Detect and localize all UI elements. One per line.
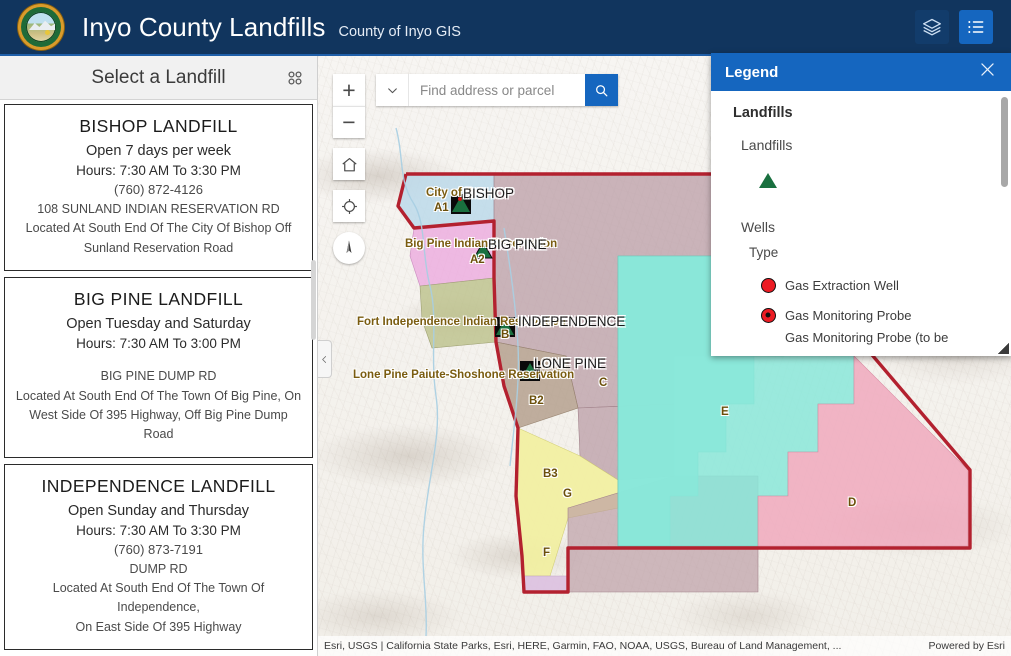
sidebar-title: Select a Landfill bbox=[91, 66, 226, 88]
map-label-zone: D bbox=[848, 497, 857, 509]
legend-body[interactable]: Landfills Landfills Wells Type Gas Extra… bbox=[711, 91, 1011, 356]
legend-item-clipped: Gas Monitoring Probe (to be bbox=[711, 326, 1011, 348]
inyo-county-seal bbox=[12, 4, 70, 50]
sidebar-collapse-button[interactable] bbox=[318, 340, 332, 378]
list-item[interactable]: BIG PINE LANDFILL Open Tuesday and Satur… bbox=[4, 277, 313, 458]
legend-field-type: Type bbox=[749, 245, 779, 260]
map-label-zone: E bbox=[721, 406, 729, 418]
map-label-zone: C bbox=[599, 377, 608, 389]
landfill-card-list[interactable]: BISHOP LANDFILL Open 7 days per week Hou… bbox=[0, 100, 317, 656]
app-header: Inyo County Landfills County of Inyo GIS bbox=[0, 0, 1011, 56]
map-label-zone: B3 bbox=[543, 468, 558, 480]
map-label-town: BIG PINE bbox=[488, 237, 547, 252]
legend-header: Legend bbox=[711, 53, 1011, 91]
landfill-sidebar: Select a Landfill BISHOP LANDFILL Open 7… bbox=[0, 56, 318, 656]
landfill-address: 108 SUNLAND INDIAN RESERVATION RD bbox=[37, 202, 280, 216]
green-triangle-symbol bbox=[751, 172, 785, 188]
chevron-down-icon[interactable] bbox=[376, 74, 409, 106]
page-title: Inyo County Landfills bbox=[82, 11, 326, 42]
landfill-days: Open Tuesday and Saturday bbox=[66, 316, 251, 333]
map-attribution: Esri, USGS | California State Parks, Esr… bbox=[318, 636, 1011, 656]
landfill-address: BIG PINE DUMP RD bbox=[100, 369, 217, 384]
layers-icon[interactable] bbox=[915, 10, 949, 44]
landfill-directions-1: Located At South End Of The Town Of Inde… bbox=[52, 581, 265, 615]
landfill-hours: Hours: 7:30 AM To 3:00 PM bbox=[76, 336, 241, 352]
search-icon[interactable] bbox=[585, 74, 618, 106]
landfill-days: Open Sunday and Thursday bbox=[67, 502, 250, 519]
legend-scrollbar[interactable] bbox=[1001, 97, 1008, 187]
landfill-name: BIG PINE LANDFILL bbox=[73, 289, 244, 310]
sidebar-header: Select a Landfill bbox=[0, 56, 317, 100]
map-label-zone: A1 bbox=[434, 202, 449, 214]
landfill-phone: (760) 873-7191 bbox=[114, 541, 203, 557]
map-label-zone: B bbox=[501, 329, 510, 341]
legend-item: Gas Extraction Well bbox=[711, 270, 1011, 300]
map-label-zone: F bbox=[543, 547, 551, 559]
legend-layer-wells: Wells bbox=[741, 219, 775, 235]
landfill-directions-2: West Side Of 395 Highway, Off Big Pine D… bbox=[29, 407, 288, 442]
zoom-out-button[interactable]: − bbox=[333, 106, 365, 138]
zoom-in-label: + bbox=[342, 76, 356, 103]
page-subtitle: County of Inyo GIS bbox=[338, 23, 461, 40]
landfill-directions-2: On East Side Of 395 Highway bbox=[75, 619, 242, 634]
search-bar[interactable] bbox=[376, 74, 618, 106]
landfill-directions-1: Located At South End Of The Town Of Big … bbox=[15, 388, 302, 403]
landfill-name: BISHOP LANDFILL bbox=[79, 116, 238, 136]
legend-title: Legend bbox=[725, 63, 779, 81]
list-item[interactable]: INDEPENDENCE LANDFILL Open Sunday and Th… bbox=[4, 463, 313, 651]
zoom-in-button[interactable]: + bbox=[333, 74, 365, 106]
landfill-days: Open 7 days per week bbox=[85, 143, 232, 159]
map-label-town: BISHOP bbox=[463, 186, 515, 201]
legend-group-landfills: Landfills bbox=[733, 105, 793, 121]
powered-by-esri: Powered by Esri bbox=[928, 640, 1005, 652]
landfill-directions-1: Located At South End Of The City Of Bish… bbox=[25, 221, 292, 236]
map-label-zone: G bbox=[563, 488, 572, 500]
app-root: Inyo County Landfills County of Inyo GIS bbox=[0, 0, 1011, 656]
red-circle-with-dot-icon bbox=[751, 307, 785, 323]
sidebar-scrollbar[interactable] bbox=[311, 260, 316, 340]
zoom-out-label: − bbox=[342, 109, 356, 135]
legend-resize-handle[interactable] bbox=[998, 343, 1009, 354]
red-filled-circle-icon bbox=[751, 277, 785, 293]
landfill-phone: (760) 872-4126 bbox=[114, 182, 203, 197]
legend-panel: Legend Landfills Landfills Wells Type Ga… bbox=[711, 53, 1011, 356]
compass-needle-icon[interactable] bbox=[333, 232, 365, 264]
legend-symbol-landfill bbox=[711, 163, 1011, 197]
map-label-zone: A2 bbox=[470, 254, 485, 266]
landfill-name: INDEPENDENCE LANDFILL bbox=[41, 475, 276, 496]
landfill-address: DUMP RD bbox=[129, 561, 188, 576]
search-input[interactable] bbox=[409, 74, 585, 106]
legend-list-icon[interactable] bbox=[959, 10, 993, 44]
title-group: Inyo County Landfills County of Inyo GIS bbox=[82, 12, 461, 43]
legend-item-label: Gas Monitoring Probe bbox=[785, 307, 912, 323]
home-icon[interactable] bbox=[333, 148, 365, 180]
legend-item-label: Gas Monitoring Probe (to be bbox=[785, 329, 949, 345]
landfill-hours: Hours: 7:30 AM To 3:30 PM bbox=[76, 522, 241, 538]
map-label-zone: B2 bbox=[529, 395, 544, 407]
map-label-town: LONE PINE bbox=[534, 356, 607, 371]
legend-item-label: Gas Extraction Well bbox=[785, 277, 899, 293]
map-label-town: INDEPENDENCE bbox=[518, 314, 626, 329]
landfill-directions-2: Sunland Reservation Road bbox=[83, 240, 234, 255]
attribution-text: Esri, USGS | California State Parks, Esr… bbox=[324, 640, 842, 652]
crosshair-locate-icon[interactable] bbox=[333, 190, 365, 222]
close-icon[interactable] bbox=[978, 60, 997, 84]
legend-layer-landfills: Landfills bbox=[741, 137, 793, 153]
landfill-hours: Hours: 7:30 AM To 3:30 PM bbox=[76, 163, 241, 178]
grid-dots-icon[interactable] bbox=[285, 68, 305, 88]
header-toolbar bbox=[915, 10, 993, 44]
list-item[interactable]: BISHOP LANDFILL Open 7 days per week Hou… bbox=[4, 104, 313, 272]
